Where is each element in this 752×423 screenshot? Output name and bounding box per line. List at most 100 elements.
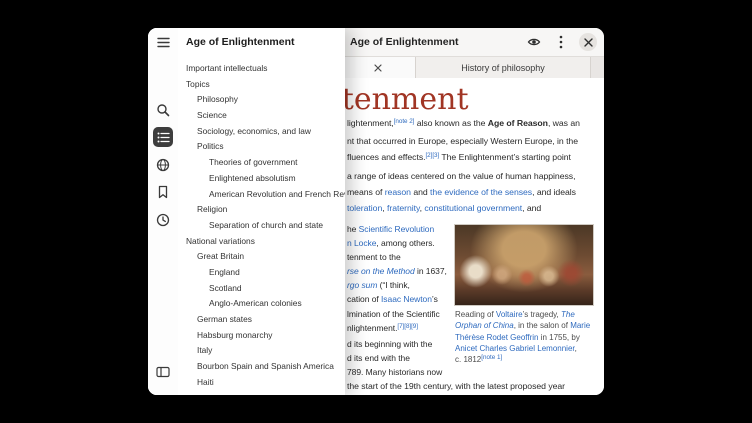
text-segment: tenment to the bbox=[347, 252, 401, 262]
article-link[interactable]: rse on the Method bbox=[347, 266, 415, 276]
text-segment: , and bbox=[522, 203, 541, 213]
image-caption: Reading of Voltaire’s tragedy, TheOrphan… bbox=[455, 309, 590, 366]
article-link[interactable]: the evidence of the senses bbox=[430, 187, 532, 197]
toc-item[interactable]: Sociology, economics, and law bbox=[178, 124, 345, 140]
article-link[interactable]: constitutional government bbox=[424, 203, 522, 213]
text-segment: , was an bbox=[548, 118, 580, 128]
toc-item[interactable]: Great Britain bbox=[178, 249, 345, 265]
text-line: he Scientific Revolution bbox=[347, 222, 447, 236]
article-link[interactable]: The bbox=[561, 310, 575, 319]
article-image-painting[interactable] bbox=[454, 224, 594, 306]
text-line: means of reason and the evidence of the … bbox=[347, 184, 580, 200]
toc-item[interactable]: Italy bbox=[178, 343, 345, 359]
toc-item[interactable]: National variations bbox=[178, 234, 345, 250]
text-segment: in 1755, by bbox=[538, 333, 579, 342]
toc-item[interactable]: Haiti bbox=[178, 375, 345, 391]
toc-item[interactable]: Theories of government bbox=[178, 155, 345, 171]
text-segment: 789. Many historians now bbox=[347, 367, 442, 377]
article-link[interactable]: [note 2] bbox=[394, 118, 415, 125]
text-line: 789. Many historians now bbox=[347, 365, 447, 379]
toc-item[interactable]: Bourbon Spain and Spanish America bbox=[178, 359, 345, 375]
tab-label: History of philosophy bbox=[461, 63, 545, 73]
text-line: d its beginning with the bbox=[347, 337, 447, 351]
toc-item[interactable]: Politics bbox=[178, 139, 345, 155]
toc-list: Important intellectualsTopicsPhilosophyS… bbox=[178, 61, 345, 395]
text-segment: ’s bbox=[432, 294, 438, 304]
article-link[interactable]: toleration bbox=[347, 203, 382, 213]
text-line: lightenment,[note 2] also known as the A… bbox=[347, 115, 580, 133]
paragraph-1: lightenment,[note 2] also known as the A… bbox=[347, 115, 580, 216]
article-link[interactable]: reason bbox=[385, 187, 411, 197]
paragraph-2: he Scientific Revolutionn Locke, among o… bbox=[347, 222, 447, 379]
text-line: tenment to the bbox=[347, 250, 447, 264]
text-segment: The Enlightenment’s starting point bbox=[439, 152, 571, 162]
toc-item[interactable]: England bbox=[178, 265, 345, 281]
menu-icon[interactable] bbox=[153, 32, 173, 52]
article-link[interactable]: rgo sum bbox=[347, 280, 377, 290]
text-segment: lmination of the Scientific bbox=[347, 309, 440, 319]
text-line: cation of Isaac Newton’s bbox=[347, 292, 447, 306]
text-line: nt that occurred in Europe, especially W… bbox=[347, 133, 580, 149]
bookmark-icon[interactable] bbox=[153, 182, 173, 202]
article-link[interactable]: [note 1] bbox=[481, 354, 502, 361]
article-link[interactable]: Scientific Revolution bbox=[359, 224, 435, 234]
article-link[interactable]: Marie bbox=[570, 321, 590, 330]
text-line: rse on the Method in 1637, bbox=[347, 264, 447, 278]
tab-close-icon[interactable] bbox=[370, 60, 385, 75]
text-segment: nlightenment. bbox=[347, 323, 397, 333]
article-link[interactable]: Voltaire bbox=[496, 310, 523, 319]
text-line: fluences and effects.[2][3] The Enlighte… bbox=[347, 149, 580, 167]
text-line: Orphan of China, in the salon of Marie bbox=[455, 320, 590, 331]
toc-item[interactable]: Habsburg monarchy bbox=[178, 328, 345, 344]
toc-item[interactable]: Separation of church and state bbox=[178, 218, 345, 234]
tab-history-of-philosophy[interactable]: History of philosophy bbox=[416, 57, 591, 78]
text-segment: means of bbox=[347, 187, 385, 197]
desktop-background: Age of Enlightenment bbox=[0, 0, 752, 423]
text-line: toleration, fraternity, constitutional g… bbox=[347, 200, 580, 216]
kebab-menu-icon[interactable] bbox=[552, 33, 570, 51]
text-segment: ’s tragedy, bbox=[523, 310, 561, 319]
table-of-contents-icon[interactable] bbox=[153, 127, 173, 147]
text-line: the start of the 19th century, with the … bbox=[347, 379, 565, 393]
languages-icon[interactable] bbox=[153, 155, 173, 175]
article-link[interactable]: Orphan of China bbox=[455, 321, 514, 330]
text-line: lmination of the Scientific bbox=[347, 307, 447, 321]
window-title: Age of Enlightenment bbox=[350, 28, 459, 56]
article-link[interactable]: fraternity bbox=[387, 203, 420, 213]
history-icon[interactable] bbox=[153, 210, 173, 230]
article-link[interactable]: n Locke bbox=[347, 238, 376, 248]
toc-item[interactable]: German states bbox=[178, 312, 345, 328]
headerbar-actions bbox=[525, 28, 597, 56]
toc-item[interactable]: Science bbox=[178, 108, 345, 124]
article-link[interactable]: [7][8][9] bbox=[397, 323, 418, 330]
toc-item[interactable]: Topics bbox=[178, 77, 345, 93]
text-line: c. 1812[note 1] bbox=[455, 354, 590, 366]
close-icon[interactable] bbox=[579, 33, 597, 51]
text-segment: Reading of bbox=[455, 310, 496, 319]
paragraph-last-line: the start of the 19th century, with the … bbox=[347, 379, 565, 393]
article-link[interactable]: Anicet Charles Gabriel Lemonnier bbox=[455, 344, 575, 353]
toc-item[interactable]: American Revolution and French Revolutio… bbox=[178, 187, 345, 203]
text-segment: the start of the 19th century, with the … bbox=[347, 381, 565, 391]
text-line: Anicet Charles Gabriel Lemonnier, bbox=[455, 343, 590, 354]
text-segment: in 1637, bbox=[415, 266, 447, 276]
text-segment: cation of bbox=[347, 294, 381, 304]
search-icon[interactable] bbox=[153, 100, 173, 120]
article-link[interactable]: Isaac Newton bbox=[381, 294, 432, 304]
panel-toggle-icon[interactable] bbox=[153, 362, 173, 382]
toc-item[interactable]: Scotland bbox=[178, 281, 345, 297]
text-segment: lightenment, bbox=[347, 118, 394, 128]
toc-item[interactable]: Religion bbox=[178, 202, 345, 218]
text-segment: (“I think, bbox=[377, 280, 410, 290]
article-link[interactable]: Thérèse Rodet Geoffrin bbox=[455, 333, 538, 342]
toc-overlay: Age of Enlightenment Important intellect… bbox=[148, 28, 345, 395]
sidebar-rail bbox=[148, 28, 179, 395]
text-segment: c. 1812 bbox=[455, 355, 481, 364]
article-link[interactable]: [2][3] bbox=[425, 152, 439, 159]
eye-icon[interactable] bbox=[525, 33, 543, 51]
text-segment: Age of Reason bbox=[488, 118, 548, 128]
toc-item[interactable]: Enlightened absolutism bbox=[178, 171, 345, 187]
toc-item[interactable]: Important intellectuals bbox=[178, 61, 345, 77]
toc-item[interactable]: Philosophy bbox=[178, 92, 345, 108]
toc-item[interactable]: Anglo-American colonies bbox=[178, 296, 345, 312]
